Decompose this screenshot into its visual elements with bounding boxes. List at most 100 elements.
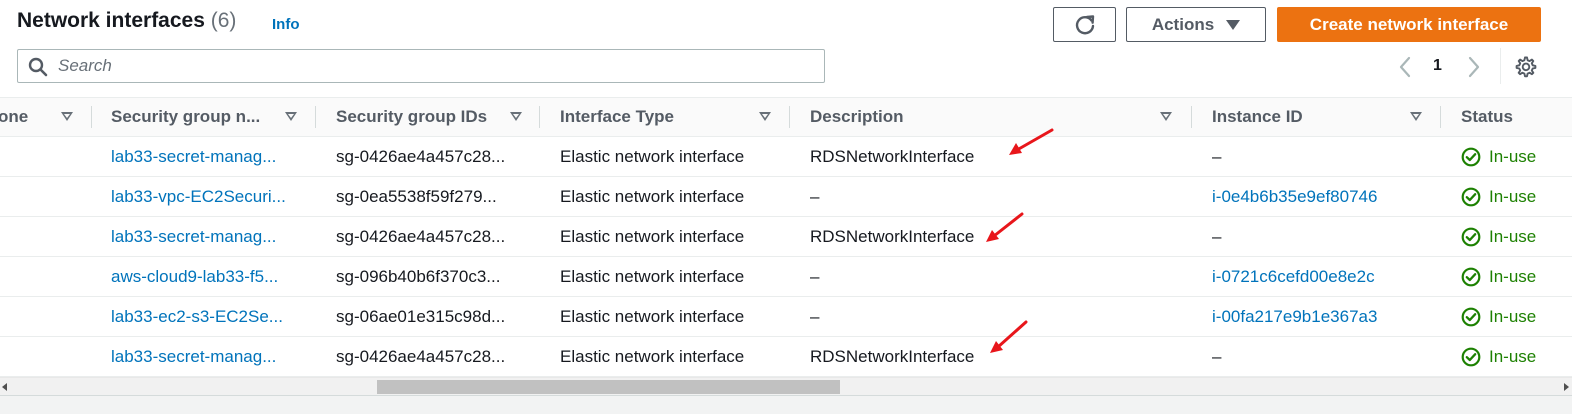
sort-icon[interactable] (1410, 112, 1422, 121)
search-input[interactable] (58, 54, 808, 78)
page-title: Network interfaces (6) (17, 9, 236, 33)
description-cell: RDSNetworkInterface (810, 146, 975, 166)
red-arrow-annotation-icon (1009, 128, 1054, 155)
instance-id-link[interactable]: i-00fa217e9b1e367a3 (1212, 297, 1377, 336)
description-cell: RDSNetworkInterface (810, 346, 975, 366)
horizontal-scrollbar[interactable] (0, 377, 1572, 395)
interface-type-cell: Elastic network interface (560, 186, 745, 206)
column-header-security-group-ids[interactable]: Security group IDs (336, 98, 487, 136)
status-badge: In-use (1461, 137, 1536, 176)
table-row[interactable]: lab33-secret-manag... sg-0426ae4a457c28.… (0, 217, 1572, 257)
panel-footer (0, 395, 1572, 414)
divider (1500, 48, 1501, 84)
status-label: In-use (1489, 306, 1537, 326)
security-group-name-link[interactable]: lab33-ec2-s3-EC2Se... (111, 297, 283, 336)
security-group-ids-cell: sg-0426ae4a457c28... (336, 226, 506, 246)
security-group-name-link[interactable]: lab33-secret-manag... (111, 137, 276, 176)
security-group-name-link[interactable]: lab33-secret-manag... (111, 337, 276, 376)
column-header-zone[interactable]: one (0, 98, 28, 136)
chevron-right-icon[interactable] (1466, 56, 1482, 78)
instance-id-cell: – (1212, 146, 1222, 166)
status-label: In-use (1489, 226, 1537, 246)
security-group-ids-cell: sg-0ea5538f59f279... (336, 186, 497, 206)
red-arrow-annotation-icon (986, 212, 1024, 242)
description-cell: – (810, 186, 820, 206)
column-resizer[interactable] (91, 106, 92, 128)
description-cell: – (810, 266, 820, 286)
table-row[interactable]: lab33-ec2-s3-EC2Se... sg-06ae01e315c98d.… (0, 297, 1572, 337)
sort-icon[interactable] (1160, 112, 1172, 121)
security-group-name-link[interactable]: lab33-vpc-EC2Securi... (111, 177, 286, 216)
sort-icon[interactable] (285, 112, 297, 121)
security-group-name-link[interactable]: aws-cloud9-lab33-f5... (111, 257, 278, 296)
instance-id-cell: – (1212, 226, 1222, 246)
column-header-interface-type[interactable]: Interface Type (560, 98, 674, 136)
status-badge: In-use (1461, 217, 1536, 256)
scroll-left-icon[interactable] (2, 383, 7, 391)
interface-type-cell: Elastic network interface (560, 346, 745, 366)
security-group-ids-cell: sg-0426ae4a457c28... (336, 346, 506, 366)
resource-count: (6) (210, 9, 237, 32)
actions-button[interactable]: Actions (1126, 7, 1266, 42)
column-header-description[interactable]: Description (810, 98, 904, 136)
column-resizer[interactable] (315, 106, 316, 128)
instance-id-link[interactable]: i-0721c6cefd00e8e2c (1212, 257, 1375, 296)
instance-id-cell: – (1212, 346, 1222, 366)
scrollbar-thumb[interactable] (377, 380, 840, 394)
column-resizer[interactable] (1440, 106, 1441, 128)
security-group-name-link[interactable]: lab33-secret-manag... (111, 217, 276, 256)
column-resizer[interactable] (539, 106, 540, 128)
table-row[interactable]: lab33-vpc-EC2Securi... sg-0ea5538f59f279… (0, 177, 1572, 217)
table-row[interactable]: lab33-secret-manag... sg-0426ae4a457c28.… (0, 137, 1572, 177)
security-group-ids-cell: sg-096b40b6f370c3... (336, 266, 501, 286)
sort-icon[interactable] (61, 112, 73, 121)
sort-icon[interactable] (510, 112, 522, 121)
status-label: In-use (1489, 146, 1537, 166)
column-header-instance-id[interactable]: Instance ID (1212, 98, 1303, 136)
sort-icon[interactable] (759, 112, 771, 121)
status-badge: In-use (1461, 177, 1536, 216)
refresh-icon (1075, 14, 1094, 34)
gear-icon[interactable] (1513, 55, 1537, 79)
page-title-text: Network interfaces (17, 9, 205, 32)
red-arrow-annotation-icon (990, 320, 1028, 353)
status-badge: In-use (1461, 257, 1536, 296)
create-network-interface-button[interactable]: Create network interface (1277, 7, 1541, 42)
search-icon (28, 57, 48, 77)
chevron-left-icon[interactable] (1397, 56, 1413, 78)
security-group-ids-cell: sg-06ae01e315c98d... (336, 306, 506, 326)
table-row[interactable]: aws-cloud9-lab33-f5... sg-096b40b6f370c3… (0, 257, 1572, 297)
column-resizer[interactable] (789, 106, 790, 128)
column-resizer[interactable] (1191, 106, 1192, 128)
table-header: one Security group n... Security group I… (0, 97, 1572, 137)
column-header-status[interactable]: Status (1461, 98, 1513, 136)
interface-type-cell: Elastic network interface (560, 306, 745, 326)
network-interfaces-table: one Security group n... Security group I… (0, 97, 1572, 377)
check-circle-icon (1461, 267, 1481, 286)
interface-type-cell: Elastic network interface (560, 266, 745, 286)
description-cell: – (810, 306, 820, 326)
security-group-ids-cell: sg-0426ae4a457c28... (336, 146, 506, 166)
check-circle-icon (1461, 187, 1481, 206)
interface-type-cell: Elastic network interface (560, 226, 745, 246)
check-circle-icon (1461, 227, 1481, 246)
caret-down-icon (1226, 19, 1241, 30)
status-label: In-use (1489, 266, 1537, 286)
description-cell: RDSNetworkInterface (810, 226, 975, 246)
table-row[interactable]: lab33-secret-manag... sg-0426ae4a457c28.… (0, 337, 1572, 377)
refresh-button[interactable] (1053, 7, 1116, 42)
interface-type-cell: Elastic network interface (560, 146, 745, 166)
search-field[interactable] (17, 49, 825, 83)
status-badge: In-use (1461, 337, 1536, 376)
status-label: In-use (1489, 346, 1537, 366)
scroll-right-icon[interactable] (1564, 383, 1569, 391)
status-badge: In-use (1461, 297, 1536, 336)
page-number[interactable]: 1 (1433, 57, 1442, 75)
column-header-security-group-name[interactable]: Security group n... (111, 98, 260, 136)
info-link[interactable]: Info (272, 16, 300, 33)
check-circle-icon (1461, 147, 1481, 166)
status-label: In-use (1489, 186, 1537, 206)
instance-id-link[interactable]: i-0e4b6b35e9ef80746 (1212, 177, 1377, 216)
check-circle-icon (1461, 307, 1481, 326)
check-circle-icon (1461, 347, 1481, 366)
